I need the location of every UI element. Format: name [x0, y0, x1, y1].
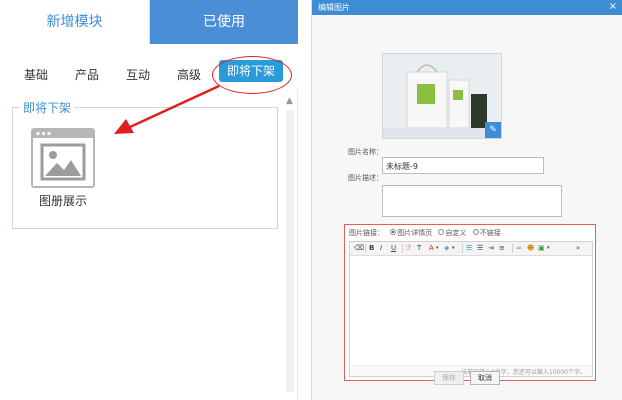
italic-button[interactable]: I [380, 244, 382, 253]
album-icon [31, 128, 95, 188]
scroll-up-icon[interactable]: ▲ [286, 96, 293, 106]
module-panel: 新增模块 已使用 基础 产品 互动 高级 即将下架 ▲ 即将下架 图册展示 [0, 0, 298, 400]
edit-image-dialog: 编辑图片 × ✎ 图片名称： 未标题-9 图片描述： 图片链接： 图片详情页 自… [311, 0, 622, 400]
screenshot: 新增模块 已使用 基础 产品 互动 高级 即将下架 ▲ 即将下架 图册展示 编辑… [0, 0, 622, 400]
tab-new-modules[interactable]: 新增模块 [0, 0, 150, 44]
name-label: 图片名称： [348, 148, 383, 156]
save-button[interactable]: 保存 [434, 371, 464, 385]
bold-button[interactable]: B [369, 244, 374, 253]
category-product[interactable]: 产品 [75, 66, 99, 83]
expand-icon[interactable]: » [576, 244, 580, 253]
font-color-button[interactable]: A [429, 244, 434, 253]
option-custom[interactable]: 自定义 [445, 229, 466, 237]
album-module[interactable]: 图册展示 [31, 128, 95, 210]
dialog-title: 编辑图片 [318, 3, 350, 12]
category-interactive[interactable]: 互动 [126, 66, 150, 83]
description-label: 图片描述： [348, 174, 383, 182]
image-link-panel: 图片链接： 图片详情页 自定义 不链接 ⌫ B I U ℱ T A ▾ ◈ ▾ … [344, 224, 596, 381]
link-label: 图片链接： [349, 229, 384, 237]
image-preview: ✎ [382, 53, 502, 139]
option-no-link[interactable]: 不链接 [480, 229, 501, 237]
image-name-input[interactable]: 未标题-9 [382, 157, 544, 174]
category-advanced[interactable]: 高级 [177, 66, 201, 83]
radio-detail-page[interactable] [390, 229, 397, 235]
editor-toolbar: ⌫ B I U ℱ T A ▾ ◈ ▾ ☰ ☰ ⇥ ≡ ∞ ☻ ▣ ▾ » [350, 242, 592, 256]
ordered-list-icon[interactable]: ☰ [466, 244, 472, 253]
annotation-ellipse [212, 56, 292, 94]
font-family-icon[interactable]: ℱ [406, 244, 412, 253]
close-icon[interactable]: × [609, 1, 617, 13]
font-size-button[interactable]: T [417, 244, 421, 253]
album-module-label: 图册展示 [38, 194, 87, 208]
chevron-down-icon[interactable]: ▾ [436, 244, 439, 253]
scrollbar[interactable] [286, 110, 294, 392]
cancel-button[interactable]: 取消 [470, 371, 500, 385]
section-title: 即将下架 [20, 99, 75, 116]
tab-used-modules[interactable]: 已使用 [150, 0, 298, 44]
emoji-icon[interactable]: ☻ [527, 244, 534, 253]
link-icon[interactable]: ∞ [516, 244, 522, 253]
dialog-body: ✎ 图片名称： 未标题-9 图片描述： 图片链接： 图片详情页 自定义 不链接 … [312, 15, 622, 400]
image-description-input[interactable] [382, 185, 562, 217]
dialog-header: 编辑图片 × [312, 0, 622, 15]
highlight-icon[interactable]: ◈ [444, 244, 449, 253]
align-icon[interactable]: ≡ [499, 244, 505, 253]
image-icon[interactable]: ▣ [538, 244, 545, 253]
unordered-list-icon[interactable]: ☰ [477, 244, 483, 253]
underline-button[interactable]: U [391, 244, 396, 253]
indent-icon[interactable]: ⇥ [488, 244, 494, 253]
panel-tabs: 新增模块 已使用 [0, 0, 298, 44]
rich-text-editor[interactable]: ⌫ B I U ℱ T A ▾ ◈ ▾ ☰ ☰ ⇥ ≡ ∞ ☻ ▣ ▾ » 当前… [349, 241, 593, 377]
link-options: 图片链接： 图片详情页 自定义 不链接 [349, 228, 501, 238]
option-detail-page[interactable]: 图片详情页 [397, 229, 432, 237]
radio-no-link[interactable] [472, 229, 479, 235]
category-basic[interactable]: 基础 [24, 66, 48, 83]
eraser-icon[interactable]: ⌫ [354, 244, 364, 253]
radio-custom[interactable] [438, 229, 445, 235]
chevron-down-icon[interactable]: ▾ [547, 244, 550, 253]
chevron-down-icon[interactable]: ▾ [452, 244, 455, 253]
deprecating-section: 即将下架 图册展示 [12, 99, 278, 229]
pencil-icon[interactable]: ✎ [485, 122, 501, 138]
